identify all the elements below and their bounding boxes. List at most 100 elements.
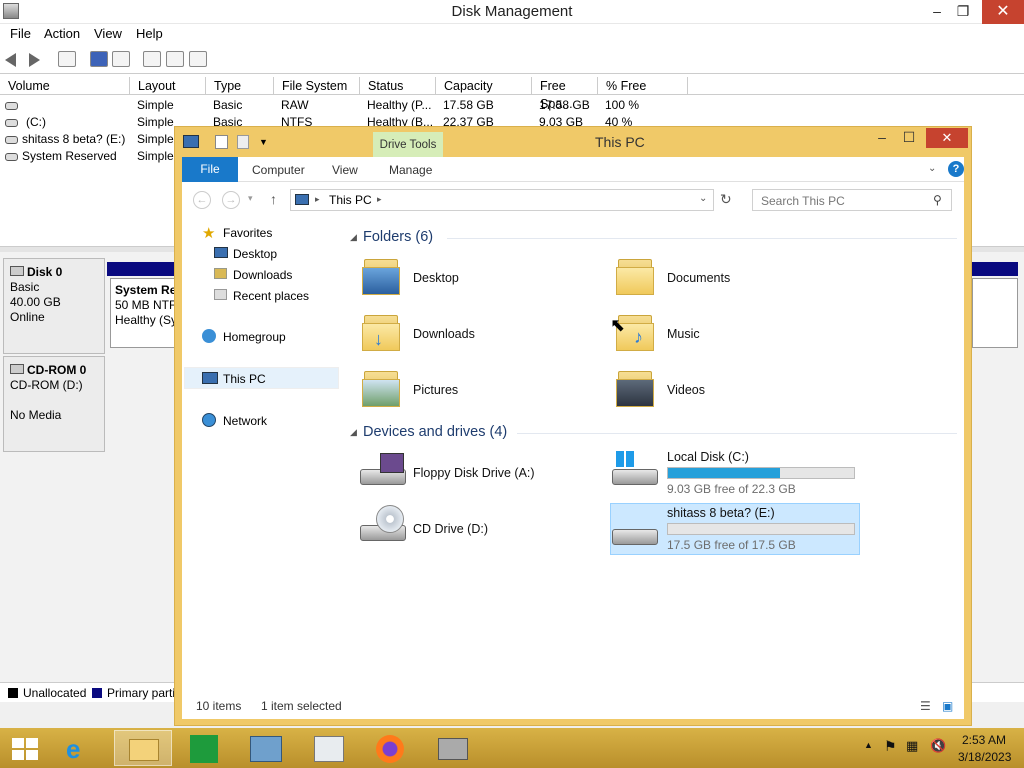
col-layout[interactable]: Layout [130,77,206,95]
forward-button[interactable]: → [222,191,240,209]
removable-drive-icon[interactable] [612,507,660,551]
videos-folder-icon[interactable] [616,365,656,407]
nav-desktop[interactable]: Desktop [233,247,277,261]
drive-cd[interactable]: CD Drive (D:) [413,522,488,536]
new-folder-icon[interactable] [237,135,249,149]
restore-button[interactable]: ❐ [950,0,976,22]
devices-header[interactable]: Devices and drives (4) [363,424,507,440]
help-icon[interactable] [90,51,108,67]
properties-icon[interactable] [215,135,228,149]
ribbon-expand-icon[interactable]: ⌄ [928,163,936,174]
large-icons-view-icon[interactable]: ▣ [942,699,953,713]
folders-header[interactable]: Folders (6) [363,229,433,245]
properties-icon[interactable] [112,51,130,67]
customize-qat-icon[interactable]: ▼ [259,137,268,147]
breadcrumb-arrow-icon[interactable]: ▸ [315,194,320,205]
nav-favorites[interactable]: Favorites [223,226,272,240]
col-status[interactable]: Status [360,77,436,95]
menu-file[interactable]: File [10,26,31,41]
refresh-icon[interactable]: ↻ [720,191,732,208]
tab-view[interactable]: View [332,163,358,177]
col-free-space[interactable]: Free Spa... [532,77,598,111]
explorer-maximize-button[interactable]: ☐ [896,129,922,146]
recent-locations-icon[interactable]: ▾ [248,193,253,204]
floppy-drive-icon[interactable] [360,447,408,491]
menu-help[interactable]: Help [136,26,163,41]
tab-file[interactable]: File [182,157,238,182]
search-input[interactable]: Search This PC [761,194,845,208]
clock-date[interactable]: 3/18/2023 [958,750,1011,764]
action-center-flag-icon[interactable]: ⚑ [884,738,897,755]
nav-this-pc[interactable]: This PC [223,372,266,386]
col-capacity[interactable]: Capacity [436,77,532,95]
folder-pictures[interactable]: Pictures [413,383,458,397]
folder-downloads[interactable]: Downloads [413,327,475,341]
up-button[interactable]: ↑ [270,191,277,207]
table-row[interactable]: Simple Basic RAW Healthy (P... 17.58 GB … [0,97,1024,114]
tab-manage[interactable]: Manage [389,163,432,177]
clock-time[interactable]: 2:53 AM [962,733,1006,747]
explorer-close-button[interactable]: ✕ [926,128,968,148]
details-view-icon[interactable]: ☰ [920,699,931,713]
drive-floppy[interactable]: Floppy Disk Drive (A:) [413,466,535,480]
search-icon[interactable]: ⚲ [933,193,942,207]
rescan-disks-icon[interactable] [166,51,184,67]
breadcrumb-arrow-icon[interactable]: ▸ [377,194,382,205]
cdrom-0-label[interactable]: CD-ROM 0 CD-ROM (D:) No Media [3,356,105,452]
close-button[interactable]: ✕ [982,0,1024,24]
address-dropdown-icon[interactable]: ⌄ [699,193,707,204]
nav-homegroup[interactable]: Homegroup [223,330,286,344]
pictures-folder-icon[interactable] [362,365,402,407]
task-manager-icon[interactable] [300,730,358,766]
minimize-button[interactable]: – [924,0,950,22]
folder-music[interactable]: Music [667,327,700,341]
collapse-folders-icon[interactable]: ◢ [350,232,357,243]
menu-action[interactable]: Action [44,26,80,41]
settings-icon[interactable] [189,51,207,67]
menu-view[interactable]: View [94,26,122,41]
disk-0-label[interactable]: Disk 0 Basic 40.00 GB Online [3,258,105,354]
control-panel-icon[interactable] [238,730,296,766]
col-percent-free[interactable]: % Free [598,77,688,95]
col-type[interactable]: Type [206,77,274,95]
show-hidden-icons-icon[interactable]: ▲ [864,740,873,750]
breadcrumb-this-pc[interactable]: This PC [329,193,372,207]
folder-videos[interactable]: Videos [667,383,705,397]
back-icon[interactable] [5,53,16,67]
volume-muted-icon[interactable]: 🔇 [930,738,946,754]
search-box[interactable]: Search This PC ⚲ [752,189,952,211]
cd-drive-icon[interactable] [360,503,408,547]
drive-e-name[interactable]: shitass 8 beta? (E:) [667,506,775,520]
folder-documents[interactable]: Documents [667,271,730,285]
system-reserved-partition[interactable]: System Re 50 MB NTFS Healthy (Sy [110,278,180,348]
disk-management-icon[interactable] [424,730,482,766]
local-disk-icon[interactable] [612,447,660,491]
drive-tools-tab[interactable]: Drive Tools [373,132,443,158]
internet-explorer-icon[interactable]: e [52,730,110,766]
partition-block[interactable] [972,278,1018,348]
collapse-drives-icon[interactable]: ◢ [350,427,357,438]
address-bar[interactable]: ▸ This PC ▸ ⌄ [290,189,714,211]
file-explorer-icon[interactable] [114,730,172,766]
nav-network[interactable]: Network [223,414,267,428]
explorer-minimize-button[interactable]: – [869,129,895,145]
documents-folder-icon[interactable] [616,253,656,295]
folder-desktop[interactable]: Desktop [413,271,459,285]
tab-computer[interactable]: Computer [252,163,305,177]
nav-downloads[interactable]: Downloads [233,268,292,282]
drive-c-name[interactable]: Local Disk (C:) [667,450,749,464]
start-button[interactable] [0,730,58,766]
forward-icon[interactable] [29,53,40,67]
desktop-folder-icon[interactable] [362,253,402,295]
back-button[interactable]: ← [193,191,211,209]
store-icon[interactable] [176,730,234,766]
help-icon[interactable]: ? [948,161,964,177]
col-volume[interactable]: Volume [0,77,130,95]
firefox-icon[interactable] [362,730,420,766]
col-file-system[interactable]: File System [274,77,360,95]
refresh-icon[interactable] [143,51,161,67]
nav-recent-places[interactable]: Recent places [233,289,309,303]
network-icon[interactable]: ▦ [906,738,918,754]
downloads-folder-icon[interactable]: ↓ [362,309,402,351]
show-hide-console-tree-icon[interactable] [58,51,76,67]
